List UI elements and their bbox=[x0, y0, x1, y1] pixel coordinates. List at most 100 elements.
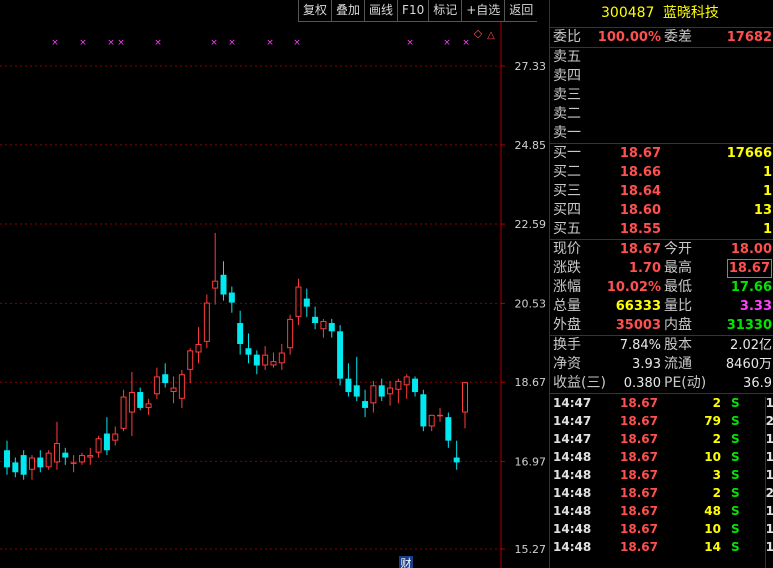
candle-body bbox=[137, 392, 144, 408]
trade-time: 14:47 bbox=[553, 432, 592, 446]
trade-row: 14:48 18.67 14 S 1 bbox=[550, 538, 773, 556]
y-tick-label: 22.59 bbox=[515, 218, 547, 231]
candle-body bbox=[262, 354, 269, 366]
quote-value: 10.02% bbox=[606, 280, 661, 295]
fundamental-value-2: 8460万 bbox=[725, 357, 772, 372]
fundamental-row: 净资 3.93 流通 8460万 bbox=[550, 355, 773, 374]
candle-body bbox=[228, 292, 235, 303]
kline-chart[interactable]: 27.3324.8522.5920.5318.6716.9715.27× × × × ×… bbox=[0, 0, 548, 568]
candle-body bbox=[12, 462, 19, 473]
trade-volume: 2 bbox=[712, 432, 721, 446]
candle-body bbox=[162, 374, 169, 384]
toolbar-button-0[interactable]: 复权 bbox=[298, 0, 332, 22]
candle-body bbox=[178, 374, 185, 399]
fundamental-value-2: 2.02亿 bbox=[730, 338, 772, 353]
buy-level-label: 买四 bbox=[553, 202, 581, 218]
sell-level-row: 卖一 bbox=[550, 124, 773, 143]
candle-body bbox=[212, 280, 219, 289]
buy-level-label: 买三 bbox=[553, 183, 581, 199]
trade-time: 14:47 bbox=[553, 396, 592, 410]
quote-label: 现价 bbox=[553, 241, 581, 257]
chart-toolbar: 复权 叠加 画线 F10 标记 +自选 返回 bbox=[298, 0, 538, 22]
trade-time: 14:47 bbox=[553, 414, 592, 428]
sell-level-label: 卖一 bbox=[553, 125, 581, 141]
triangle-marker-icon: △ bbox=[487, 30, 495, 41]
candle-body bbox=[78, 455, 85, 463]
trade-time: 14:48 bbox=[553, 468, 592, 482]
candle-body bbox=[112, 433, 119, 441]
fundamentals-block: 换手 7.84% 股本 2.02亿 净资 3.93 流通 8460万 收益(三) 0.380 PE(… bbox=[550, 336, 773, 394]
trade-volume: 10 bbox=[704, 450, 721, 464]
candle-body bbox=[328, 323, 335, 332]
trade-price: 18.67 bbox=[620, 450, 658, 464]
quote-label: 总量 bbox=[553, 298, 581, 314]
toolbar-button-2[interactable]: 画线 bbox=[364, 0, 398, 22]
trade-side: S bbox=[731, 396, 740, 410]
y-tick-label: 15.27 bbox=[515, 543, 547, 556]
quote-value-2: 31330 bbox=[726, 318, 772, 333]
quote-label-2: 量比 bbox=[664, 298, 692, 314]
candle-body bbox=[220, 274, 227, 295]
diamond-marker-icon: ◇ bbox=[474, 27, 483, 40]
trade-price: 18.67 bbox=[620, 414, 658, 428]
sell-level-label: 卖四 bbox=[553, 68, 581, 84]
buy-level-row: 买一 18.67 17666 bbox=[550, 144, 773, 163]
quote-row: 现价 18.67 今开 18.00 bbox=[550, 240, 773, 259]
trade-side: S bbox=[731, 540, 740, 554]
trade-row: 14:48 18.67 48 S 1 bbox=[550, 502, 773, 520]
candle-body bbox=[278, 352, 285, 364]
trade-price: 18.67 bbox=[620, 486, 658, 500]
candle-body bbox=[362, 401, 369, 408]
trades-scrollbar[interactable] bbox=[765, 397, 773, 568]
toolbar-button-3[interactable]: F10 bbox=[397, 0, 429, 22]
finance-marker-label[interactable]: 财 bbox=[401, 556, 412, 568]
toolbar-button-1[interactable]: 叠加 bbox=[331, 0, 365, 22]
fundamental-label-2: 流通 bbox=[664, 356, 692, 372]
toolbar-button-6[interactable]: 返回 bbox=[504, 0, 538, 22]
candle-body bbox=[245, 348, 252, 355]
fundamental-label-2: PE(动) bbox=[664, 375, 707, 391]
event-marker-icon: × bbox=[79, 38, 87, 48]
sell-level-row: 卖五 bbox=[550, 48, 773, 67]
candle-body bbox=[187, 350, 194, 370]
trade-side: S bbox=[731, 504, 740, 518]
stock-name: 蓝晓科技 bbox=[662, 5, 719, 21]
weibi-label: 委比 bbox=[553, 29, 581, 45]
quote-value: 35003 bbox=[615, 318, 661, 333]
y-tick-label: 18.67 bbox=[515, 376, 547, 389]
trade-price: 18.67 bbox=[620, 468, 658, 482]
y-tick-label: 16.97 bbox=[515, 455, 547, 468]
trade-row: 14:48 18.67 10 S 1 bbox=[550, 448, 773, 466]
quote-row: 涨幅 10.02% 最低 17.66 bbox=[550, 278, 773, 297]
trade-side: S bbox=[731, 432, 740, 446]
event-marker-icon: × bbox=[443, 38, 451, 48]
quote-label-2: 今开 bbox=[664, 241, 692, 257]
trade-time: 14:48 bbox=[553, 504, 592, 518]
toolbar-button-5[interactable]: +自选 bbox=[461, 0, 505, 22]
tick-trades[interactable]: 14:47 18.67 2 S 1 14:47 18.67 79 S 2 14:47 18.67 2 S 1… bbox=[550, 394, 773, 556]
event-marker-icon: × bbox=[462, 38, 470, 48]
buy-level-price: 18.64 bbox=[619, 184, 661, 199]
candle-body bbox=[4, 450, 10, 468]
candle-body bbox=[103, 433, 110, 451]
candle-body bbox=[378, 385, 385, 397]
stock-code: 300487 bbox=[601, 5, 655, 21]
buy-level-label: 买二 bbox=[553, 164, 581, 180]
quote-value-2: 18.00 bbox=[730, 242, 772, 257]
event-marker-icon: × bbox=[117, 38, 125, 48]
event-marker-icon: × bbox=[293, 38, 301, 48]
candle-body bbox=[145, 403, 152, 408]
quote-value-2: 18.67 bbox=[726, 259, 772, 278]
buy-level-volume: 17666 bbox=[726, 146, 772, 161]
candle-body bbox=[287, 318, 294, 349]
candle-body bbox=[387, 387, 394, 395]
trade-price: 18.67 bbox=[620, 522, 658, 536]
weicha-label: 委差 bbox=[664, 29, 692, 45]
candle-body bbox=[428, 414, 435, 427]
toolbar-button-4[interactable]: 标记 bbox=[428, 0, 462, 22]
candle-body bbox=[95, 438, 102, 453]
quote-label-2: 最高 bbox=[664, 260, 692, 276]
fundamental-value: 3.93 bbox=[632, 357, 661, 372]
candle-body bbox=[370, 385, 377, 404]
candle-body bbox=[345, 378, 352, 393]
